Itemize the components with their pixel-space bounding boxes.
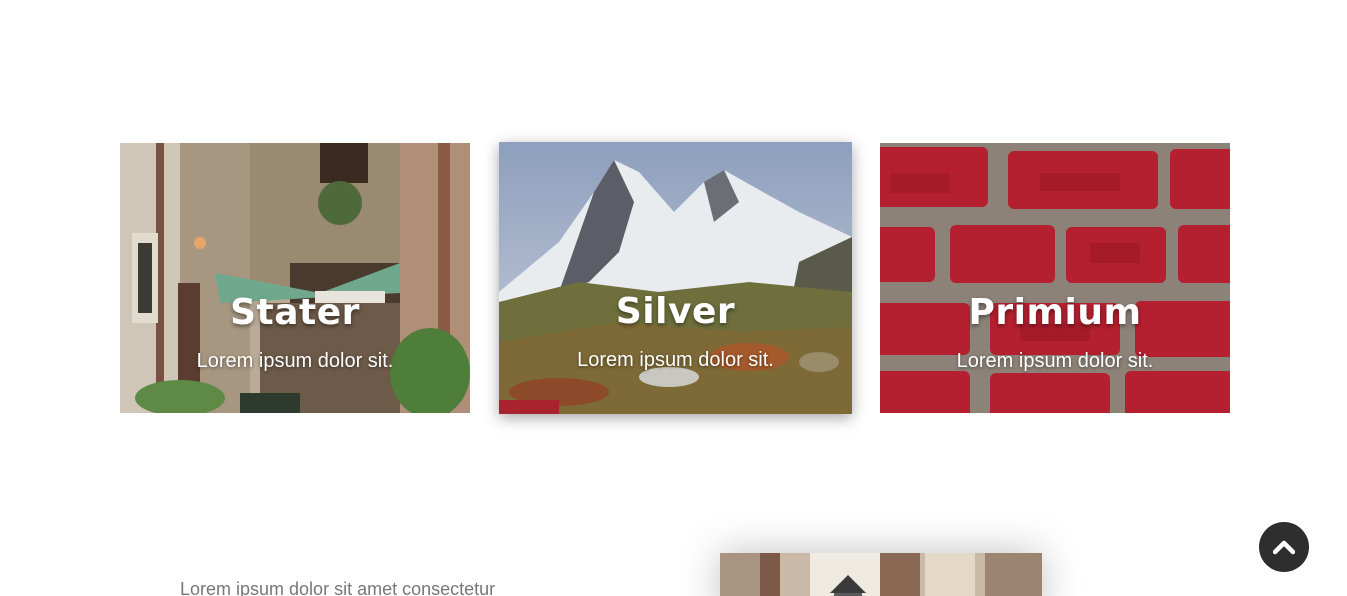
card-subtitle: Lorem ipsum dolor sit. [956,350,1154,372]
street-lamp-image [720,553,1042,596]
card-overlay: Primium Lorem ipsum dolor sit. [880,143,1230,413]
pricing-card-primium[interactable]: Primium Lorem ipsum dolor sit. [880,143,1230,413]
card-overlay: Silver Lorem ipsum dolor sit. [499,142,852,414]
card-subtitle: Lorem ipsum dolor sit. [577,349,774,371]
pricing-cards: Stater Lorem ipsum dolor sit. Silver Lor… [0,0,1347,596]
about-text: Lorem ipsum dolor sit amet consectetur [180,579,496,596]
card-title: Silver [615,291,736,332]
chevron-up-icon [1273,540,1295,555]
pricing-card-stater[interactable]: Stater Lorem ipsum dolor sit. [120,143,470,413]
scroll-to-top-button[interactable] [1259,522,1309,572]
pricing-card-silver[interactable]: Silver Lorem ipsum dolor sit. [499,142,852,414]
card-overlay: Stater Lorem ipsum dolor sit. [120,143,470,413]
card-title: Stater [230,292,360,333]
card-title: Primium [968,292,1142,333]
about-image [720,553,1042,596]
card-subtitle: Lorem ipsum dolor sit. [196,350,394,372]
